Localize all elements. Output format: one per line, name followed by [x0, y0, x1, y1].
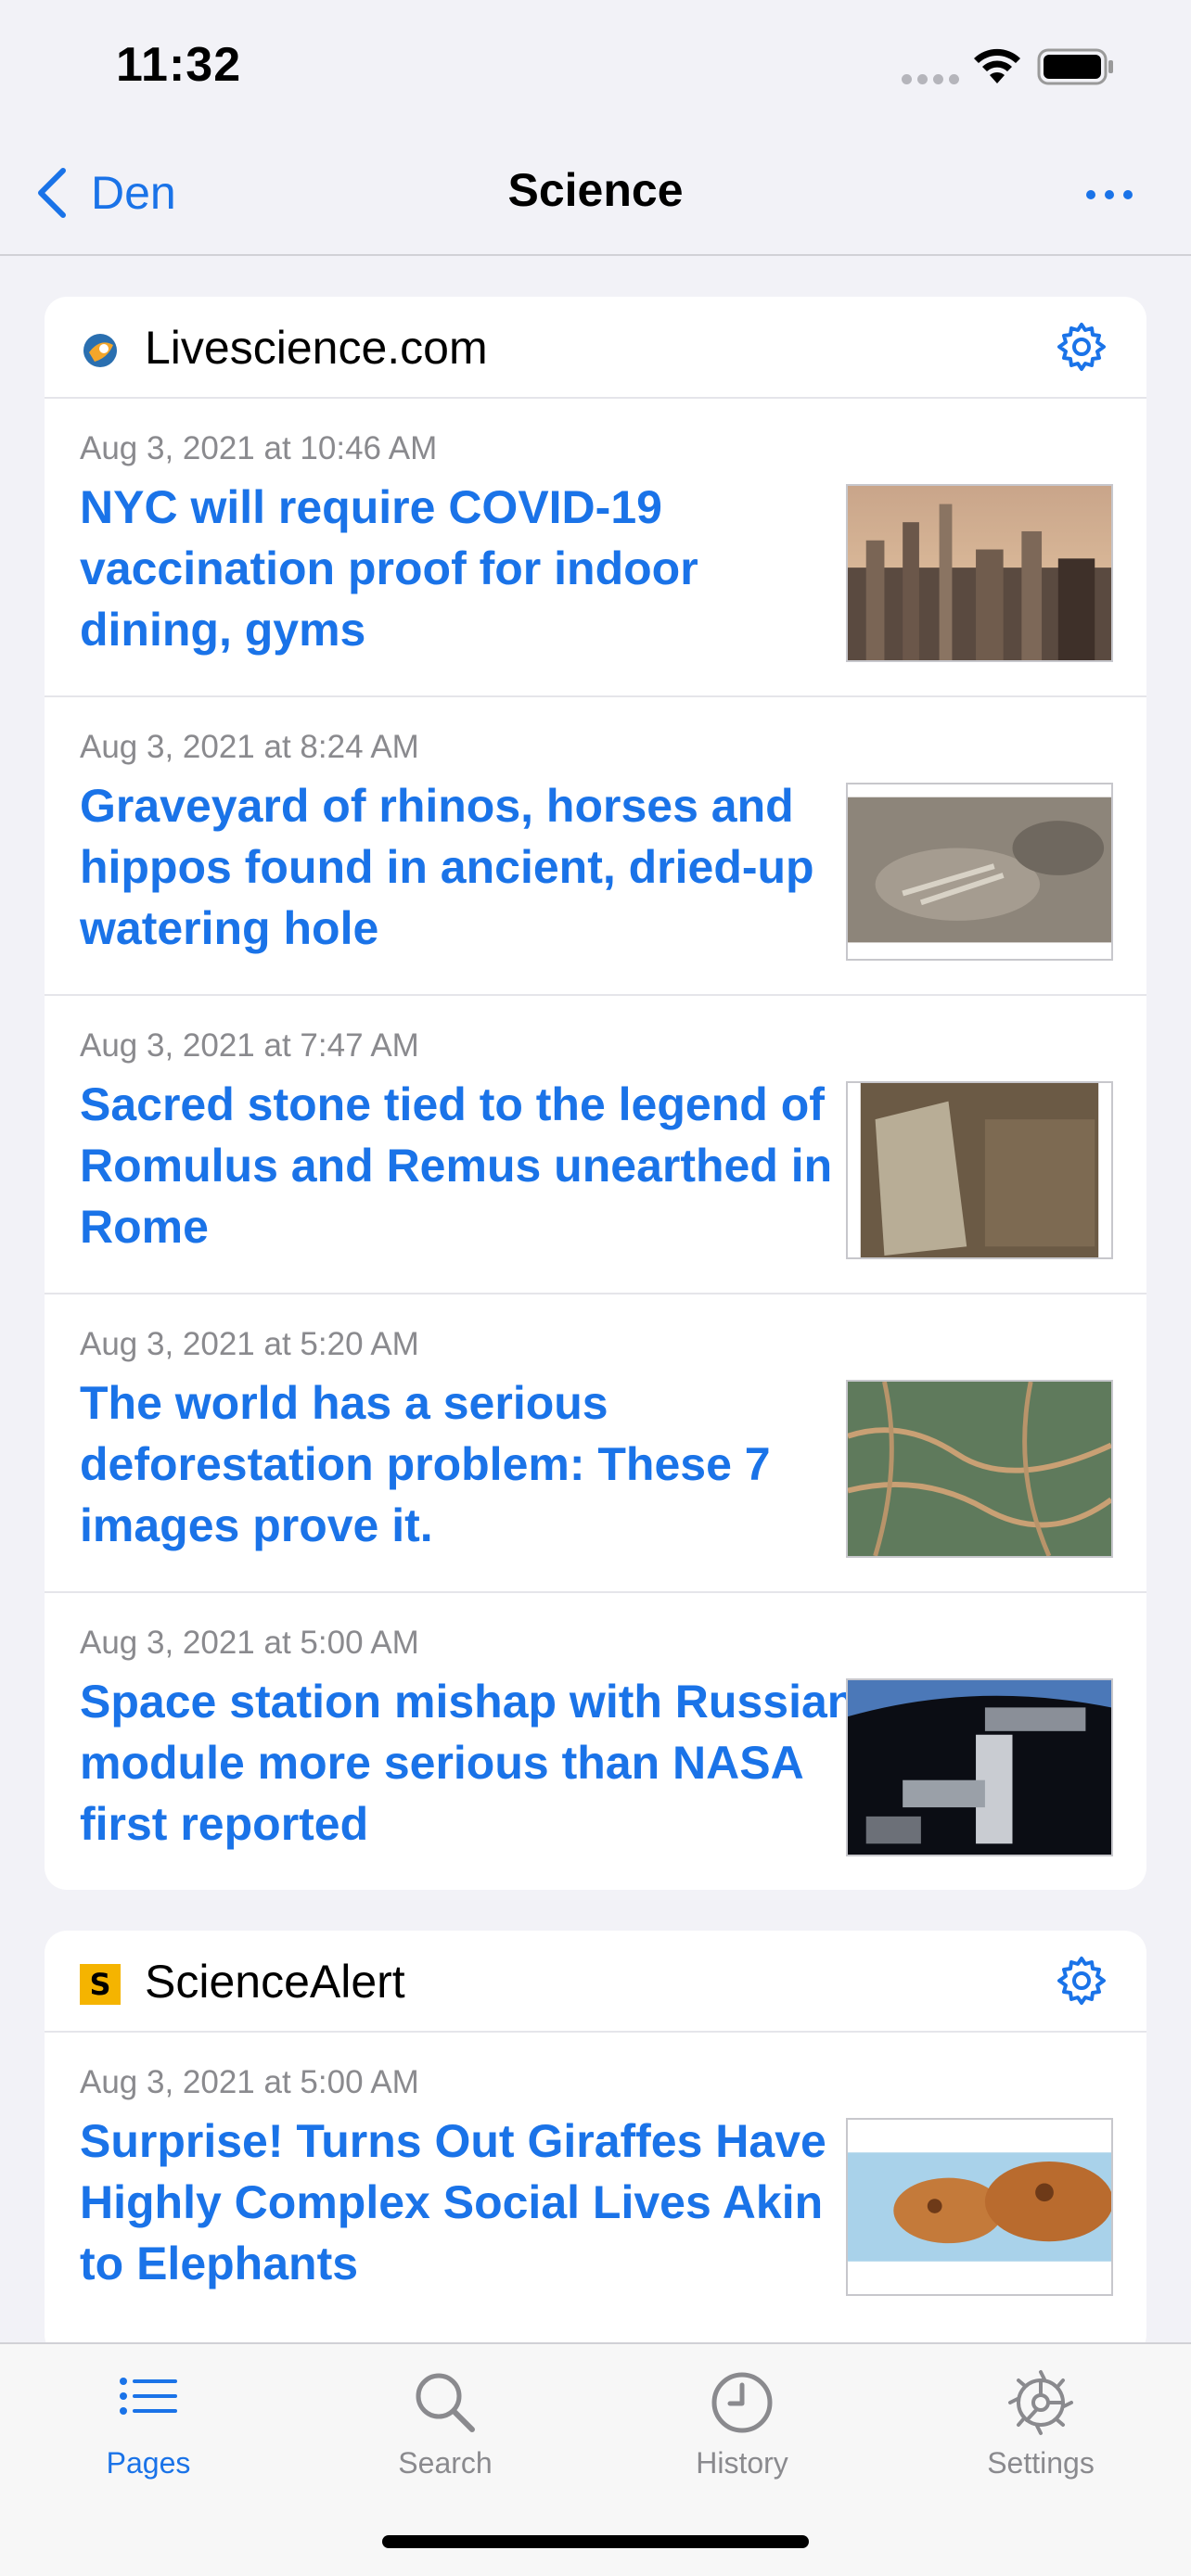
article-row[interactable]: Aug 3, 2021 at 8:24 AM Graveyard of rhin… [45, 697, 1146, 996]
navigation-bar: Den Science [0, 130, 1191, 256]
source-header: Livescience.com [45, 297, 1146, 399]
article-row[interactable]: Aug 3, 2021 at 5:00 AM Surprise! Turns O… [45, 2033, 1146, 2329]
gear-icon[interactable] [1054, 1953, 1109, 2009]
article-title[interactable]: Surprise! Turns Out Giraffes Have Highly… [80, 2111, 859, 2294]
livescience-logo-icon [83, 334, 117, 367]
gear-icon [1008, 2370, 1073, 2435]
article-date: Aug 3, 2021 at 5:00 AM [80, 1625, 419, 1661]
tab-label: History [696, 2446, 788, 2480]
tab-label: Search [398, 2446, 493, 2480]
article-date: Aug 3, 2021 at 8:24 AM [80, 729, 419, 765]
article-title[interactable]: The world has a serious deforestation pr… [80, 1372, 859, 1556]
status-bar: 11:32 [0, 0, 1191, 130]
article-title[interactable]: Graveyard of rhinos, horses and hippos f… [80, 775, 859, 959]
clock-icon [711, 2372, 773, 2433]
search-icon [416, 2373, 475, 2432]
wifi-icon [974, 48, 1020, 83]
article-title[interactable]: Sacred stone tied to the legend of Romul… [80, 1074, 859, 1257]
list-icon [120, 2378, 177, 2415]
article-thumbnail-city [846, 484, 1113, 662]
page-title: Science [507, 164, 684, 216]
feed-content[interactable]: Livescience.com Aug 3, 2021 at 10:46 AM … [0, 256, 1191, 2342]
ellipsis-icon[interactable] [1082, 176, 1137, 213]
source-section-livescience: Livescience.com Aug 3, 2021 at 10:46 AM … [45, 297, 1146, 1890]
article-date: Aug 3, 2021 at 10:46 AM [80, 430, 438, 466]
article-row[interactable]: Aug 3, 2021 at 5:20 AM The world has a s… [45, 1294, 1146, 1593]
article-row[interactable]: Aug 3, 2021 at 10:46 AM NYC will require… [45, 399, 1146, 697]
article-row[interactable]: Aug 3, 2021 at 7:47 AM Sacred stone tied… [45, 996, 1146, 1294]
gear-icon[interactable] [1054, 319, 1109, 375]
article-row[interactable]: Aug 3, 2021 at 5:00 AM Space station mis… [45, 1593, 1146, 1890]
cellular-signal-icon [902, 74, 959, 84]
article-date: Aug 3, 2021 at 5:20 AM [80, 1326, 419, 1362]
tab-history[interactable]: History [640, 2363, 844, 2502]
article-thumbnail-fossils [846, 783, 1113, 961]
source-name: ScienceAlert [145, 1956, 405, 2008]
tab-label: Settings [987, 2446, 1095, 2480]
article-thumbnail-space-station [846, 1678, 1113, 1856]
source-name: Livescience.com [145, 322, 488, 374]
tab-pages[interactable]: Pages [46, 2363, 250, 2502]
battery-icon [1037, 48, 1113, 85]
tab-label: Pages [106, 2446, 191, 2480]
article-date: Aug 3, 2021 at 5:00 AM [80, 2064, 419, 2100]
home-indicator [382, 2535, 809, 2548]
source-header: S ScienceAlert [45, 1931, 1146, 2033]
article-thumbnail-deforestation [846, 1380, 1113, 1558]
article-thumbnail-giraffes [846, 2118, 1113, 2296]
article-title[interactable]: NYC will require COVID-19 vaccination pr… [80, 477, 859, 660]
tab-settings[interactable]: Settings [939, 2363, 1143, 2502]
article-title[interactable]: Space station mishap with Russian module… [80, 1671, 859, 1855]
status-time: 11:32 [116, 38, 242, 92]
source-section-sciencealert: S ScienceAlert Aug 3, 2021 at 5:00 AM Su… [45, 1931, 1146, 2342]
sciencealert-logo-icon: S [80, 1964, 121, 2005]
tab-search[interactable]: Search [343, 2363, 547, 2502]
article-thumbnail-stone [846, 1081, 1113, 1259]
svg-text:S: S [89, 1967, 110, 2002]
app-screen: 11:32 Den Science Livescience.com Aug 3,… [0, 0, 1191, 2576]
article-date: Aug 3, 2021 at 7:47 AM [80, 1027, 419, 1064]
